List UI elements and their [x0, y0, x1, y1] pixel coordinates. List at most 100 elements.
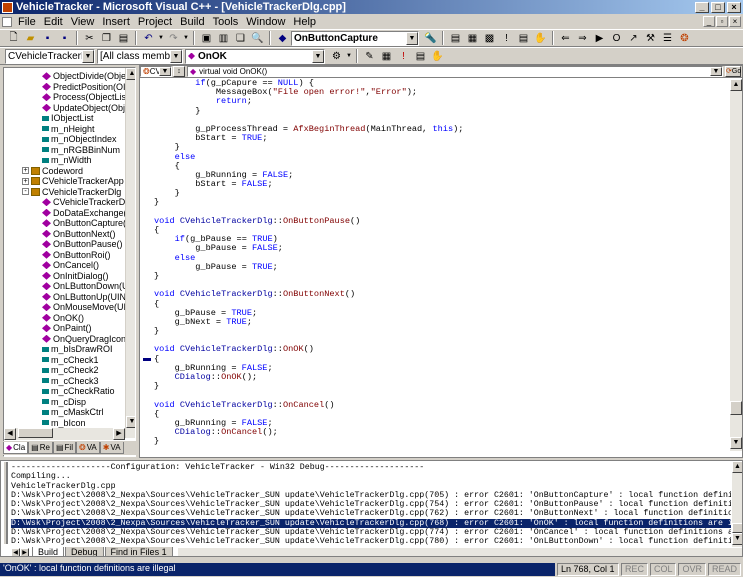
tree-item[interactable]: Process(ObjectLis [42, 92, 125, 103]
bookmark-icon[interactable]: ▶ [592, 31, 607, 46]
nav-forward-icon[interactable]: ⇒ [575, 31, 590, 46]
macro-icon[interactable]: ❂ [677, 31, 692, 46]
menu-file[interactable]: File [14, 16, 40, 28]
tab-classview[interactable]: ◆ Cla [3, 442, 29, 454]
mdi-close-button[interactable]: × [729, 16, 741, 27]
output-line[interactable]: D:\Wsk\Project\2008\2_Nexpa\Sources\Vehi… [11, 509, 731, 518]
scroll-up-icon[interactable]: ▲ [732, 461, 742, 473]
tree-item[interactable]: OnButtonRoi() [42, 250, 111, 261]
tree-item[interactable]: m_cCheck2 [42, 365, 99, 376]
tree-item[interactable]: OnButtonNext() [42, 229, 116, 240]
tree-item[interactable]: m_cCheck3 [42, 376, 99, 387]
tree-item[interactable]: OnCancel() [42, 260, 99, 271]
wizard-dropdown-icon[interactable]: ▼ [346, 49, 352, 64]
chevron-down-icon[interactable]: ▼ [159, 67, 171, 76]
save-icon[interactable]: ▪ [40, 31, 55, 46]
wizard-actions-icon[interactable]: ⚙ [329, 49, 344, 64]
tree-item[interactable]: + CVehicleTrackerApp [22, 176, 124, 187]
menu-tools[interactable]: Tools [209, 16, 243, 28]
build-icon[interactable]: ▦ [465, 31, 480, 46]
chevron-down-icon[interactable]: ▼ [710, 67, 722, 76]
menu-help[interactable]: Help [289, 16, 320, 28]
redo-icon[interactable]: ↷ [166, 31, 181, 46]
output-vertical-scrollbar[interactable]: ▲ ▼ [732, 461, 742, 547]
tree-item[interactable]: OnQueryDragIcon [42, 334, 125, 345]
cut-icon[interactable]: ✂ [82, 31, 97, 46]
editor-vertical-scrollbar[interactable]: ▲ ▼ [730, 79, 742, 451]
output-pane[interactable]: --------------------Configuration: Vehic… [0, 460, 743, 557]
tree-item[interactable]: m_nHeight [42, 124, 95, 135]
expand-icon[interactable]: + [22, 167, 29, 175]
menu-insert[interactable]: Insert [98, 16, 134, 28]
breakpoint-icon[interactable]: ✋ [533, 31, 548, 46]
maximize-button[interactable]: □ [711, 1, 725, 13]
scroll-up-icon[interactable]: ▲ [126, 68, 135, 80]
copy-icon[interactable]: ❐ [99, 31, 114, 46]
find-combo[interactable]: OnButtonCapture ▼ [291, 30, 419, 46]
tree-item[interactable]: m_cDisp [42, 397, 86, 408]
list-icon[interactable]: ☰ [660, 31, 675, 46]
tab-va-view[interactable]: ❂ VA [75, 442, 100, 454]
tree-item[interactable]: OnInitDialog() [42, 271, 109, 282]
tab-find-in-files-1[interactable]: Find in Files 1 [104, 547, 173, 556]
tree-item[interactable]: OnPaint() [42, 323, 92, 334]
menu-build[interactable]: Build [176, 16, 208, 28]
window-list-icon[interactable]: ❏ [233, 31, 248, 46]
build-mini-icon[interactable]: ▦ [379, 49, 394, 64]
tab-scroll-left-icon[interactable]: ◀ [11, 547, 20, 556]
scroll-down-icon[interactable]: ▼ [732, 533, 742, 545]
output-line[interactable]: VehicleTrackerDlg.cpp [11, 482, 731, 491]
menu-view[interactable]: View [67, 16, 99, 28]
tree-item[interactable]: m_cCheckRatio [42, 386, 115, 397]
output-horizontal-scrollbar[interactable] [177, 547, 742, 556]
tree-horizontal-scrollbar[interactable]: ◀ ▶ [4, 428, 125, 440]
output-line[interactable]: Compiling... [11, 472, 731, 481]
scroll-thumb[interactable] [732, 523, 742, 533]
go-icon[interactable]: ▤ [516, 31, 531, 46]
undo-dropdown-icon[interactable]: ▼ [158, 31, 164, 46]
expand-icon[interactable]: + [22, 177, 29, 185]
code-text[interactable]: if(g_pCapure == NULL) { MessageBox("File… [154, 79, 730, 451]
wrench-icon[interactable]: ⚒ [643, 31, 658, 46]
menu-edit[interactable]: Edit [40, 16, 67, 28]
scroll-thumb[interactable] [18, 428, 53, 438]
filter-combo[interactable]: [All class members] ▼ [97, 48, 183, 64]
class-wizard-icon[interactable]: ✎ [362, 49, 377, 64]
output-line[interactable]: D:\Wsk\Project\2008\2_Nexpa\Sources\Vehi… [11, 537, 731, 546]
chevron-down-icon[interactable]: ▼ [406, 31, 418, 45]
find-icon[interactable]: ◆ [275, 31, 290, 46]
tree-item[interactable]: UpdateObject(Obje [42, 103, 125, 114]
nav-spin-icon[interactable]: ↕ [173, 66, 185, 77]
build-execute-icon[interactable]: ! [396, 49, 411, 64]
title-bar[interactable]: VehicleTracker - Microsoft Visual C++ - … [0, 0, 743, 14]
scroll-thumb[interactable] [730, 401, 742, 415]
tree-item[interactable]: OnButtonCapture( [42, 218, 125, 229]
tree-item[interactable]: - CVehicleTrackerDlg [22, 187, 121, 198]
tree-vertical-scrollbar[interactable]: ▲ ▼ [125, 68, 135, 438]
tree-item[interactable]: m_nWidth [42, 155, 92, 166]
insert-breakpoint-icon[interactable]: ✋ [430, 49, 445, 64]
mdi-minimize-button[interactable]: _ [703, 16, 715, 27]
tree-item[interactable]: OnLButtonDown(U [42, 281, 125, 292]
minimize-button[interactable]: _ [695, 1, 709, 13]
scroll-left-icon[interactable]: ◀ [4, 428, 16, 440]
document-icon[interactable] [2, 16, 12, 27]
tab-resourceview[interactable]: ▤ Re [28, 442, 53, 454]
chevron-down-icon[interactable]: ▼ [82, 49, 94, 63]
menu-project[interactable]: Project [134, 16, 176, 28]
tree-item[interactable]: + Codeword [22, 166, 83, 177]
compile-icon[interactable]: ▤ [448, 31, 463, 46]
format-icon[interactable]: O [609, 31, 624, 46]
class-combo[interactable]: CVehicleTrackerDlg ▼ [5, 48, 95, 64]
search-icon[interactable]: 🔦 [423, 31, 438, 46]
output-grip[interactable] [2, 462, 8, 544]
build-output-text[interactable]: --------------------Configuration: Vehic… [11, 463, 731, 547]
code-editor[interactable]: ❂ CV ▼ ↕ ◆ virtual void OnOK() ▼ ⟳Go if(… [139, 65, 743, 458]
tree-item[interactable]: m_nObjectIndex [42, 134, 117, 145]
output-line[interactable]: D:\Wsk\Project\2008\2_Nexpa\Sources\Vehi… [11, 491, 731, 500]
tree-item[interactable]: OnLButtonUp(UIN [42, 292, 125, 303]
redo-dropdown-icon[interactable]: ▼ [183, 31, 189, 46]
go-debug-icon[interactable]: ▤ [413, 49, 428, 64]
scroll-right-icon[interactable]: ▶ [113, 428, 125, 440]
tree-item[interactable]: CVehicleTrackerD [42, 197, 125, 208]
